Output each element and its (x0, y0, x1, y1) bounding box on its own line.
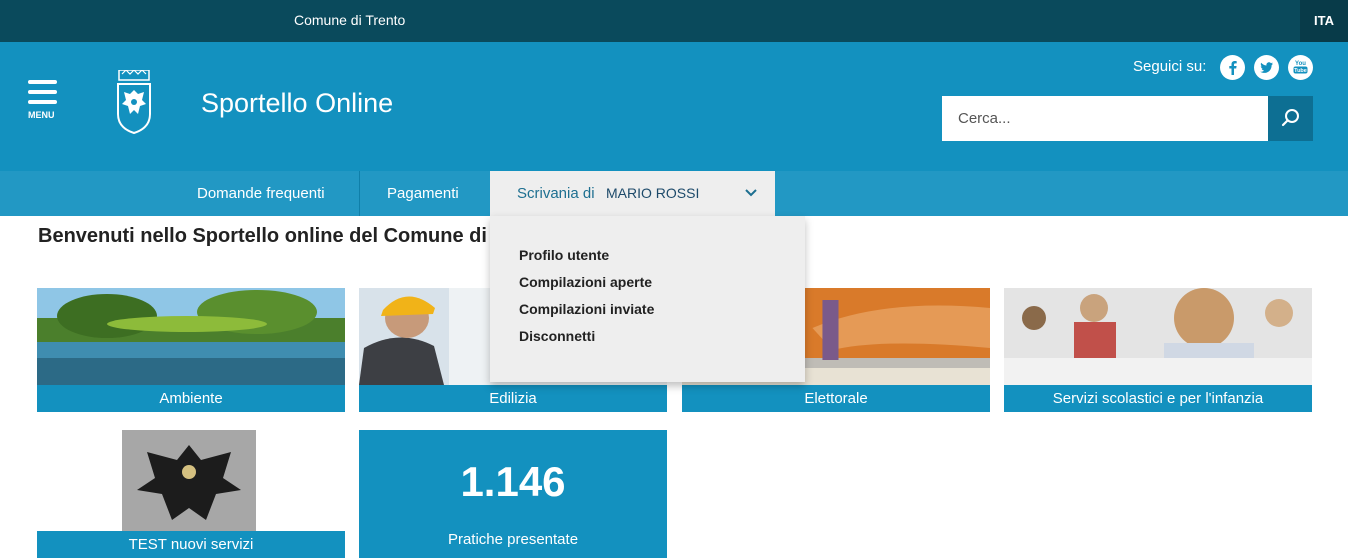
desk-user-name: MARIO ROSSI (606, 185, 700, 201)
test-servizi-image (37, 430, 345, 531)
youtube-icon[interactable]: You Tube (1288, 55, 1313, 80)
tile-ambiente[interactable]: Ambiente (37, 288, 345, 412)
tile-servizi-scolastici[interactable]: Servizi scolastici e per l'infanzia (1004, 288, 1312, 412)
site-title[interactable]: Sportello Online (201, 88, 393, 119)
svg-text:Tube: Tube (1294, 68, 1307, 74)
tile-label: Ambiente (37, 385, 345, 412)
facebook-icon[interactable] (1220, 55, 1245, 80)
tile-label: TEST nuovi servizi (37, 531, 345, 558)
svg-text:You: You (1295, 61, 1306, 67)
desk-label: Scrivania di (517, 185, 595, 202)
follow-label: Seguici su: (1133, 58, 1207, 75)
hamburger-icon-bar (28, 90, 57, 94)
twitter-icon[interactable] (1254, 55, 1279, 80)
menu-item-logout[interactable]: Disconnetti (519, 328, 595, 344)
tile-label: Edilizia (359, 385, 667, 412)
menu-button[interactable]: MENU (28, 80, 60, 130)
user-desk-dropdown: Profilo utente Compilazioni aperte Compi… (490, 216, 805, 382)
main-nav: Domande frequenti Pagamenti Scrivania di… (0, 171, 1348, 216)
nav-divider (359, 171, 360, 216)
search-button[interactable] (1268, 96, 1313, 141)
tile-test-nuovi-servizi[interactable]: TEST nuovi servizi (37, 430, 345, 558)
hamburger-icon (28, 80, 57, 84)
nav-item-payments[interactable]: Pagamenti (387, 171, 459, 216)
menu-item-sent-forms[interactable]: Compilazioni inviate (519, 301, 654, 317)
hamburger-icon-bar (28, 100, 57, 104)
search-box (942, 96, 1313, 141)
chevron-down-icon (745, 189, 757, 197)
top-bar: Comune di Trento ITA (0, 0, 1348, 42)
search-icon (1281, 109, 1299, 127)
menu-label: MENU (28, 110, 55, 120)
tile-label: Elettorale (682, 385, 990, 412)
site-header: MENU Sportello Online Seguici su: You Tu… (0, 42, 1348, 171)
language-selector[interactable]: ITA (1300, 0, 1348, 42)
nav-item-user-desk[interactable]: Scrivania di MARIO ROSSI (490, 171, 775, 216)
menu-item-open-forms[interactable]: Compilazioni aperte (519, 274, 652, 290)
nav-item-faq[interactable]: Domande frequenti (197, 171, 325, 216)
stat-tile[interactable]: 1.146 Pratiche presentate (359, 430, 667, 558)
page-title: Benvenuti nello Sportello online del Com… (38, 225, 490, 247)
city-crest-logo[interactable] (116, 70, 152, 134)
servizi-scolastici-image (1004, 288, 1312, 385)
search-input[interactable] (942, 96, 1268, 141)
organization-name[interactable]: Comune di Trento (294, 12, 405, 28)
tile-label: Servizi scolastici e per l'infanzia (1004, 385, 1312, 412)
ambiente-image (37, 288, 345, 385)
menu-item-user-profile[interactable]: Profilo utente (519, 247, 609, 263)
submitted-count: 1.146 (460, 458, 566, 505)
submitted-label: Pratiche presentate (447, 531, 579, 548)
